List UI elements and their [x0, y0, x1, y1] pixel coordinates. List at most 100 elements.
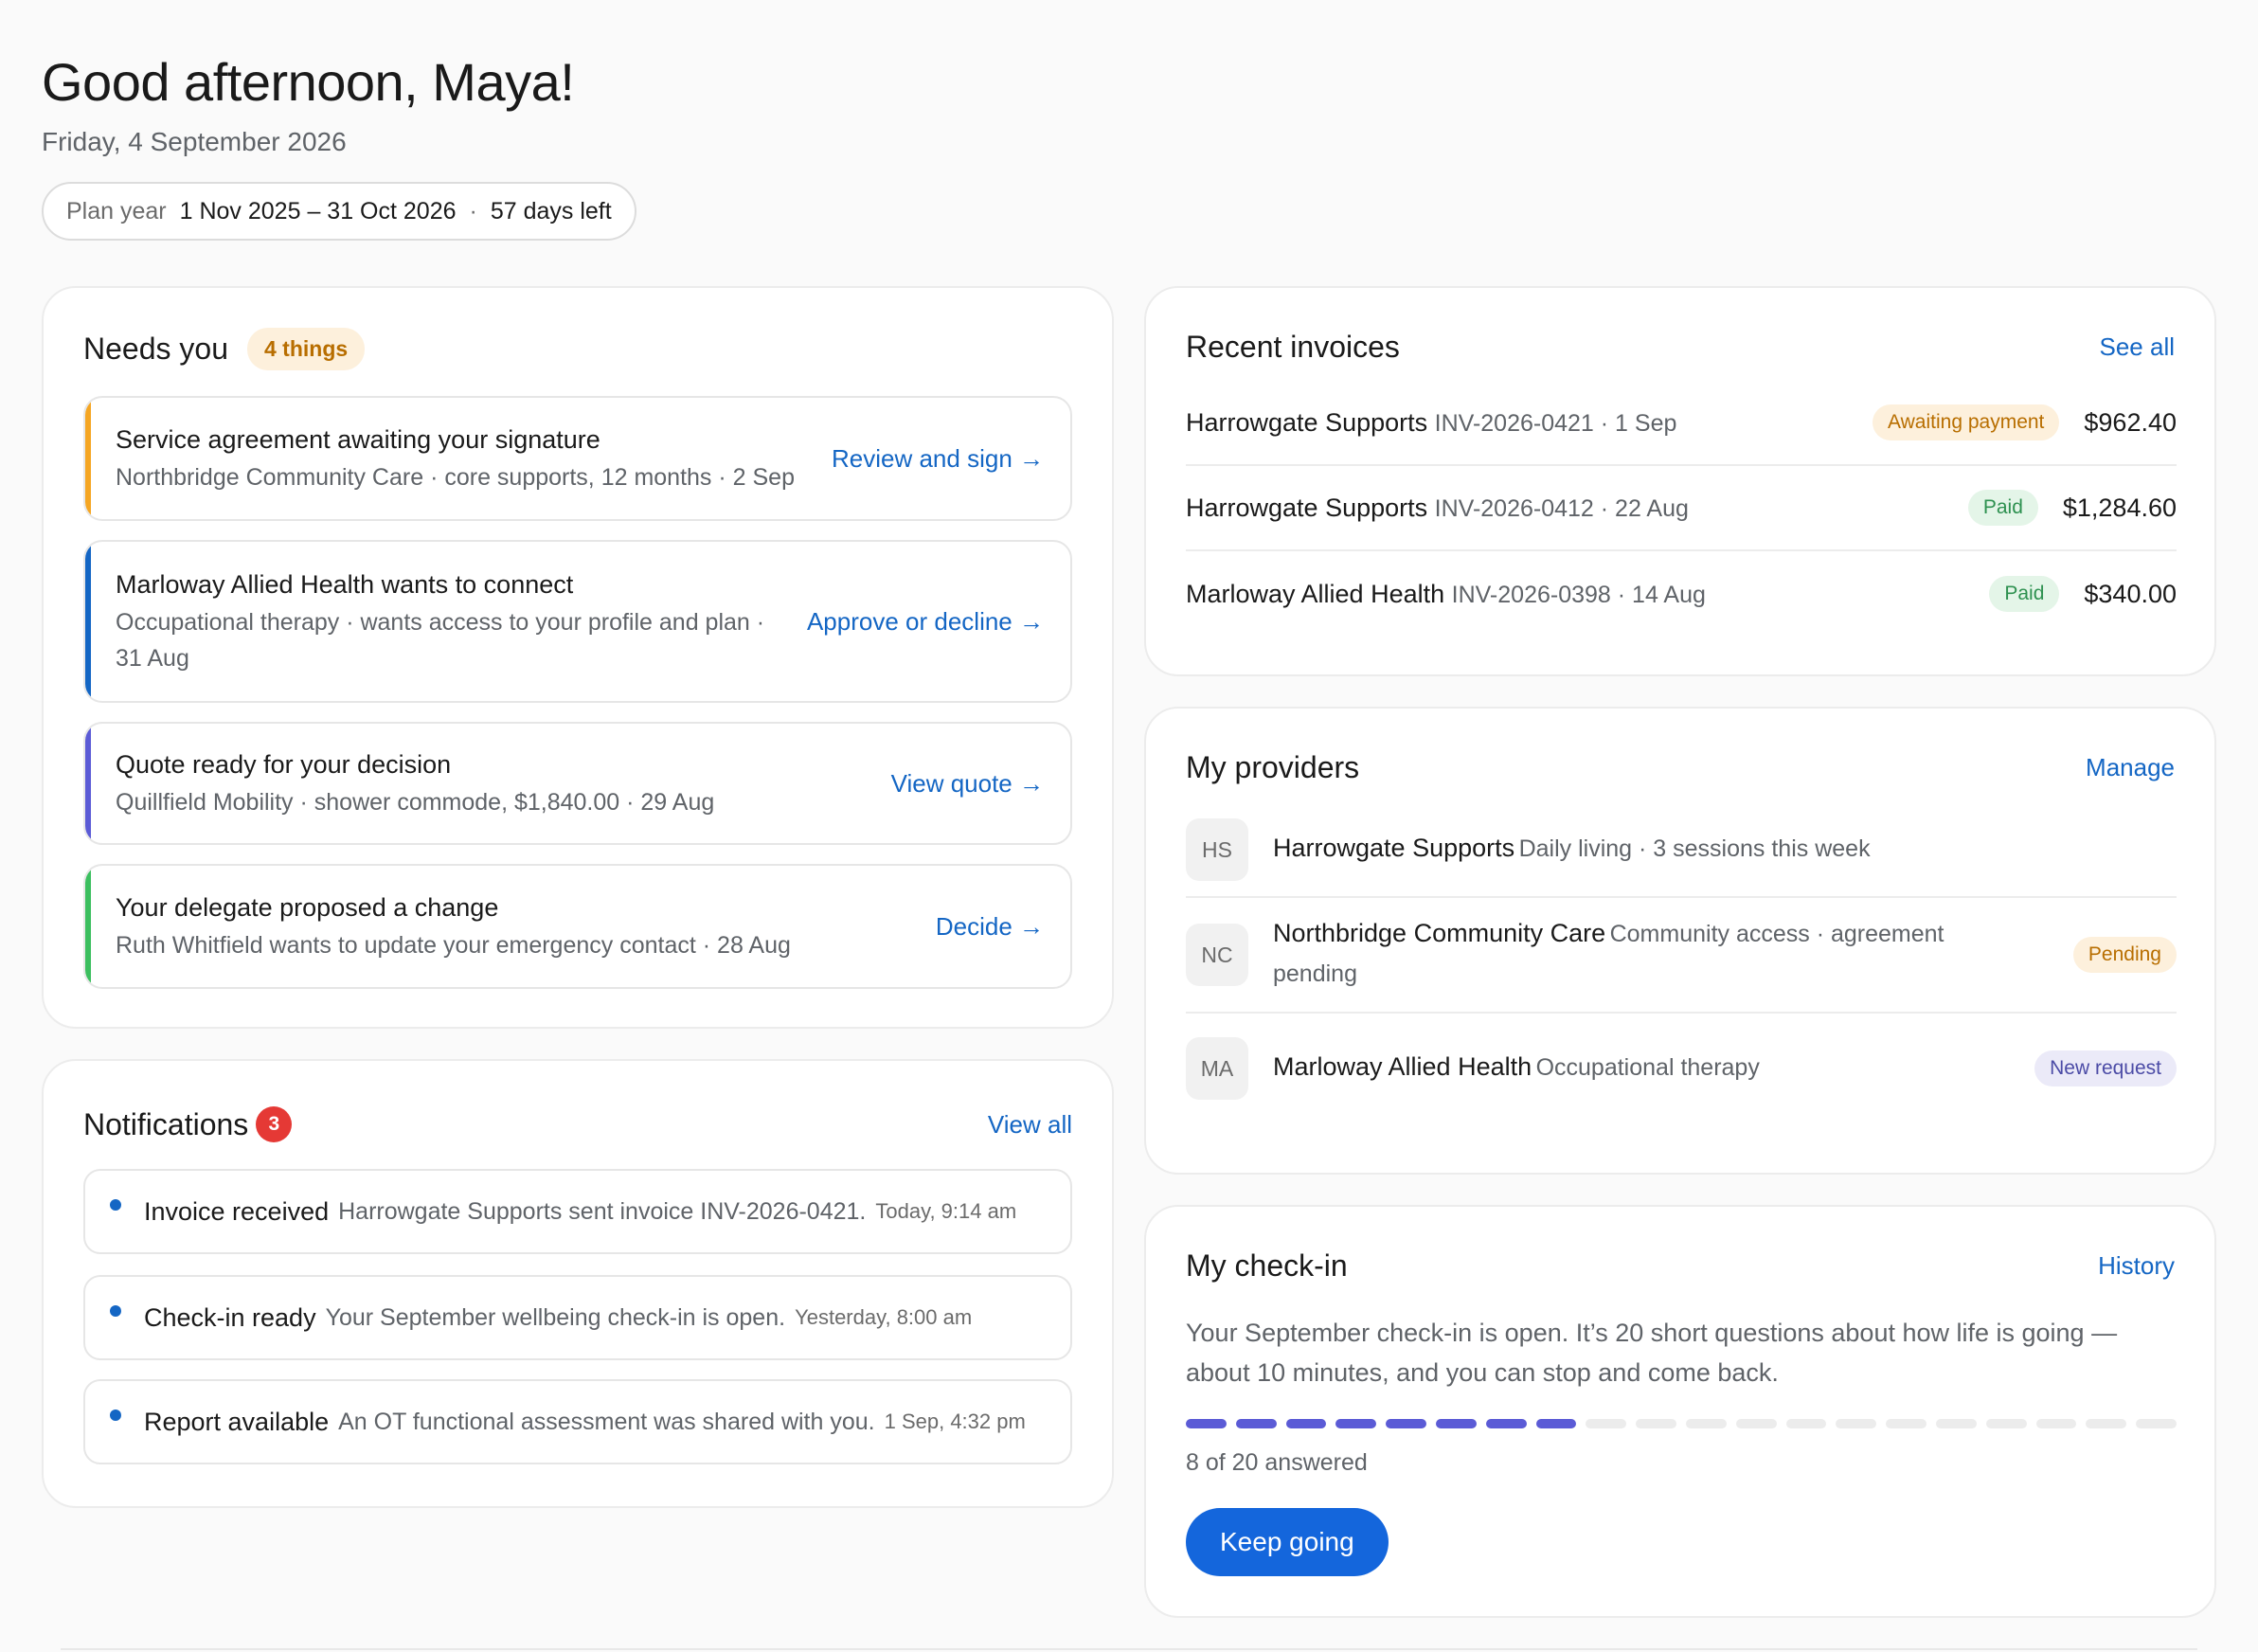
- plan-year-label: Plan year: [66, 197, 167, 224]
- invoice-status-badge: Paid: [1967, 490, 2038, 526]
- need-item-subtitle: Ruth Whitfield wants to update your emer…: [116, 932, 791, 959]
- need-item-subtitle: Northbridge Community Care · core suppor…: [116, 464, 795, 491]
- my-providers-card: My providers Manage HS Harrowgate Suppor…: [1144, 707, 2216, 1175]
- provider-info: Northbridge Community Care Community acc…: [1273, 915, 1993, 996]
- notification-item[interactable]: Invoice received Harrowgate Supports sen…: [83, 1169, 1072, 1254]
- review-and-sign-link[interactable]: Review and sign →: [813, 444, 1044, 474]
- invoice-meta: INV-2026-0412 · 22 Aug: [1434, 494, 1689, 522]
- provider-avatar: MA: [1186, 1037, 1248, 1100]
- provider-row[interactable]: MA Marloway Allied Health Occupational t…: [1186, 1014, 2177, 1123]
- my-providers-header: My providers Manage: [1186, 750, 2175, 785]
- checkin-progress-bar: [1186, 1419, 2177, 1430]
- page-header: Good afternoon, Maya! Friday, 4 Septembe…: [42, 51, 636, 241]
- provider-name: Marloway Allied Health: [1273, 1051, 1532, 1081]
- invoice-provider: Harrowgate Supports: [1186, 493, 1428, 522]
- provider-status-badge: New request: [2034, 1050, 2177, 1086]
- view-all-notifications-link[interactable]: View all: [988, 1110, 1072, 1140]
- needs-you-count-badge: 4 things: [246, 328, 366, 370]
- notification-time: Yesterday, 8:00 am: [795, 1305, 973, 1329]
- plan-year-pill: Plan year 1 Nov 2025 – 31 Oct 2026 · 57 …: [42, 182, 636, 241]
- needs-you-title: Needs you: [83, 332, 228, 366]
- my-checkin-header: My check-in History: [1186, 1248, 2175, 1284]
- invoice-meta: INV-2026-0398 · 14 Aug: [1451, 581, 1706, 608]
- need-item-title: Your delegate proposed a change: [116, 893, 499, 922]
- invoice-meta: INV-2026-0421 · 1 Sep: [1434, 409, 1677, 437]
- progress-segment-remaining: [2136, 1419, 2177, 1428]
- invoice-provider: Marloway Allied Health: [1186, 579, 1445, 608]
- need-item-service-agreement[interactable]: Service agreement awaiting your signatur…: [83, 396, 1072, 521]
- notification-time: Today, 9:14 am: [875, 1199, 1017, 1223]
- view-quote-link[interactable]: View quote →: [872, 769, 1044, 799]
- provider-info: Marloway Allied Health Occupational ther…: [1273, 1049, 2034, 1089]
- provider-description: Daily living · 3 sessions this week: [1518, 835, 1871, 862]
- progress-segment-remaining: [1886, 1419, 1926, 1428]
- plan-year-separator: ·: [469, 197, 477, 224]
- notification-item[interactable]: Report available An OT functional assess…: [83, 1379, 1072, 1464]
- progress-segment-remaining: [1985, 1419, 2027, 1428]
- invoice-status-amount: Paid $1,284.60: [1967, 490, 2177, 526]
- progress-segment-remaining: [1685, 1419, 1727, 1428]
- unread-dot-icon: [110, 1410, 121, 1421]
- provider-info: Harrowgate Supports Daily living · 3 ses…: [1273, 830, 2177, 871]
- invoice-status-amount: Awaiting payment $962.40: [1873, 404, 2177, 440]
- keep-going-button[interactable]: Keep going: [1186, 1508, 1389, 1576]
- need-item-subtitle: Quillfield Mobility · shower commode, $1…: [116, 789, 715, 816]
- checkin-description: Your September check-in is open. It’s 20…: [1186, 1319, 2118, 1387]
- progress-segment-answered: [1435, 1419, 1477, 1428]
- progress-segment-answered: [1186, 1419, 1227, 1428]
- progress-segment-remaining: [2035, 1419, 2077, 1428]
- my-providers-title: My providers: [1186, 750, 1360, 784]
- progress-segment-remaining: [2086, 1419, 2127, 1428]
- provider-row[interactable]: NC Northbridge Community Care Community …: [1186, 898, 2177, 1014]
- invoice-row[interactable]: Harrowgate Supports INV-2026-0421 · 1 Se…: [1186, 381, 2177, 466]
- checkin-history-link[interactable]: History: [2098, 1251, 2175, 1281]
- invoice-provider: Harrowgate Supports: [1186, 407, 1428, 437]
- provider-description: Occupational therapy: [1535, 1053, 1760, 1081]
- progress-segment-remaining: [1735, 1419, 1777, 1428]
- plan-days-left: 57 days left: [490, 197, 612, 224]
- notification-item[interactable]: Check-in ready Your September wellbeing …: [83, 1275, 1072, 1360]
- checkin-answered-count: 8 of 20 answered: [1186, 1449, 1368, 1476]
- notification-description: An OT functional assessment was shared w…: [338, 1408, 875, 1435]
- invoice-row[interactable]: Marloway Allied Health INV-2026-0398 · 1…: [1186, 551, 2177, 637]
- needs-you-header: Needs you 4 things: [83, 328, 366, 370]
- see-all-invoices-link[interactable]: See all: [2100, 332, 2176, 362]
- recent-invoices-title: Recent invoices: [1186, 330, 1400, 364]
- progress-segment-answered: [1285, 1419, 1327, 1428]
- invoice-info: Harrowgate Supports INV-2026-0421 · 1 Se…: [1186, 408, 1676, 438]
- invoice-info: Marloway Allied Health INV-2026-0398 · 1…: [1186, 580, 1706, 609]
- provider-row[interactable]: HS Harrowgate Supports Daily living · 3 …: [1186, 803, 2177, 898]
- progress-segment-answered: [1386, 1419, 1426, 1428]
- provider-avatar: NC: [1186, 924, 1248, 986]
- need-item-text: Marloway Allied Health wants to connect …: [116, 566, 788, 676]
- invoice-amount: $1,284.60: [2062, 493, 2177, 522]
- need-item-text: Your delegate proposed a change Ruth Whi…: [116, 889, 917, 963]
- unread-dot-icon: [110, 1305, 121, 1317]
- invoice-info: Harrowgate Supports INV-2026-0412 · 22 A…: [1186, 494, 1689, 523]
- invoice-status-badge: Awaiting payment: [1873, 404, 2060, 440]
- need-item-title: Marloway Allied Health wants to connect: [116, 570, 574, 599]
- progress-segment-remaining: [1586, 1419, 1627, 1428]
- notification-title: Check-in ready: [144, 1302, 316, 1332]
- notification-description: Your September wellbeing check-in is ope…: [325, 1303, 786, 1331]
- progress-segment-answered: [1485, 1419, 1527, 1428]
- manage-providers-link[interactable]: Manage: [2086, 753, 2175, 782]
- need-item-connection-request[interactable]: Marloway Allied Health wants to connect …: [83, 540, 1072, 703]
- recent-invoices-header: Recent invoices See all: [1186, 330, 2175, 365]
- progress-segment-answered: [1335, 1419, 1377, 1428]
- provider-avatar: HS: [1186, 818, 1248, 881]
- need-item-text: Quote ready for your decision Quillfield…: [116, 746, 872, 820]
- provider-name: Northbridge Community Care: [1273, 918, 1606, 947]
- need-item-title: Quote ready for your decision: [116, 750, 452, 779]
- need-item-delegate-change[interactable]: Your delegate proposed a change Ruth Whi…: [83, 864, 1072, 989]
- approve-or-decline-link[interactable]: Approve or decline →: [788, 607, 1044, 637]
- notifications-card: Notifications 3 View all Invoice receive…: [42, 1059, 1114, 1508]
- provider-name: Harrowgate Supports: [1273, 833, 1515, 862]
- my-checkin-card: My check-in History Your September check…: [1144, 1205, 2216, 1618]
- need-item-quote[interactable]: Quote ready for your decision Quillfield…: [83, 722, 1072, 845]
- decide-link[interactable]: Decide →: [917, 912, 1044, 942]
- notification-time: 1 Sep, 4:32 pm: [884, 1410, 1026, 1433]
- invoice-amount: $962.40: [2084, 407, 2177, 437]
- invoice-row[interactable]: Harrowgate Supports INV-2026-0412 · 22 A…: [1186, 466, 2177, 551]
- progress-segment-remaining: [1935, 1419, 1977, 1428]
